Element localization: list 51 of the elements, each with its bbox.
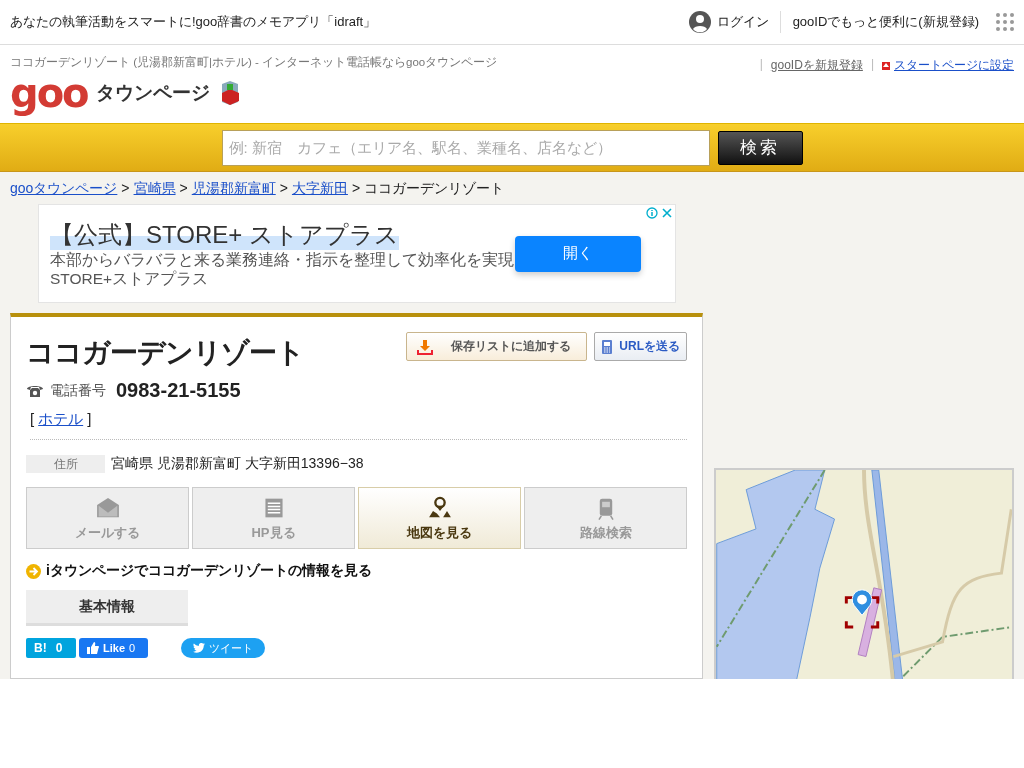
link-divider: | <box>759 57 763 71</box>
logo-subtitle: タウンページ <box>95 81 210 105</box>
promo-link[interactable]: あなたの執筆活動をスマートに!goo辞書のメモアプリ「idraft」 <box>10 13 689 31</box>
search-button[interactable]: 検索 <box>717 130 803 165</box>
header-link[interactable]: gooIDを新規登録 <box>770 57 863 74</box>
bracket: ] <box>87 410 92 429</box>
telephone-icon <box>26 383 44 398</box>
send-url-button[interactable]: URLを送る <box>594 332 687 361</box>
link-divider: | <box>870 57 874 71</box>
breadcrumb-separator: > <box>179 180 188 198</box>
category-link[interactable]: ホテル <box>38 410 84 429</box>
thumbs-up-icon <box>87 642 99 654</box>
ad-open-button[interactable]: 開く <box>515 235 641 272</box>
map-drawing[interactable] <box>714 468 1014 679</box>
info-icon[interactable] <box>646 207 658 219</box>
address-text: 宮崎県 児湯郡新富町 大字新田13396−38 <box>111 455 364 473</box>
breadcrumb-link[interactable]: 児湯郡新富町 <box>191 180 276 198</box>
bracket: [ <box>30 410 35 429</box>
map-action-button[interactable]: 地図を見る <box>358 487 521 549</box>
ad-text: STORE+ストアプラス <box>50 268 210 288</box>
register-link[interactable]: gooIDでもっと便利に(新規登録) <box>792 13 979 31</box>
ad-text: 本部からバラバラと来る業務連絡・指示を整理して効率化を実現 <box>50 249 515 269</box>
login-link[interactable]: ログイン <box>688 11 781 33</box>
search-field[interactable]: 例: 新宿 カフェ（エリア名、駅名、業種名、店名など） <box>221 129 710 166</box>
phone-label: 電話番号 <box>50 381 106 400</box>
apps-grid-icon[interactable] <box>996 13 1014 31</box>
mobile-phone-icon <box>601 338 614 355</box>
itownpage-link[interactable]: iタウンページでココガーデンリゾートの情報を見る <box>46 562 372 580</box>
header-link[interactable]: スタートページに設定 <box>882 57 1014 74</box>
business-name: ココガーデンリゾート <box>26 336 304 370</box>
user-icon <box>688 11 711 33</box>
arrow-right-icon <box>26 563 41 579</box>
facebook-like-button[interactable]: Like 0 <box>79 638 148 658</box>
breadcrumb-link[interactable]: gooタウンページ <box>10 180 118 198</box>
breadcrumb-link[interactable]: 大字新田 <box>291 180 348 198</box>
close-icon[interactable] <box>661 207 673 219</box>
goo-logo[interactable]: goo <box>10 70 88 116</box>
address-label: 住所 <box>26 455 105 473</box>
bird-icon <box>193 643 205 653</box>
phone-number: 0983-21-5155 <box>116 379 241 402</box>
page-title: ココガーデンリゾート (児湯郡新富町|ホテル) - インターネット電話帳ならgooタウンページ <box>10 55 498 70</box>
breadcrumb-separator: > <box>351 180 361 198</box>
breadcrumb-current: ココガーデンリゾート <box>364 180 505 198</box>
download-icon <box>417 338 434 355</box>
breadcrumb-separator: > <box>279 180 288 198</box>
breadcrumb-separator: > <box>121 180 130 198</box>
save-list-button[interactable]: 保存リストに追加する <box>406 332 588 361</box>
info-tab[interactable]: 基本情報 <box>26 590 188 626</box>
breadcrumb-link[interactable]: 宮崎県 <box>133 180 176 198</box>
arrow-up-icon <box>882 61 890 70</box>
ad-title[interactable]: 【公式】STORE+ ストアプラス <box>50 219 399 250</box>
